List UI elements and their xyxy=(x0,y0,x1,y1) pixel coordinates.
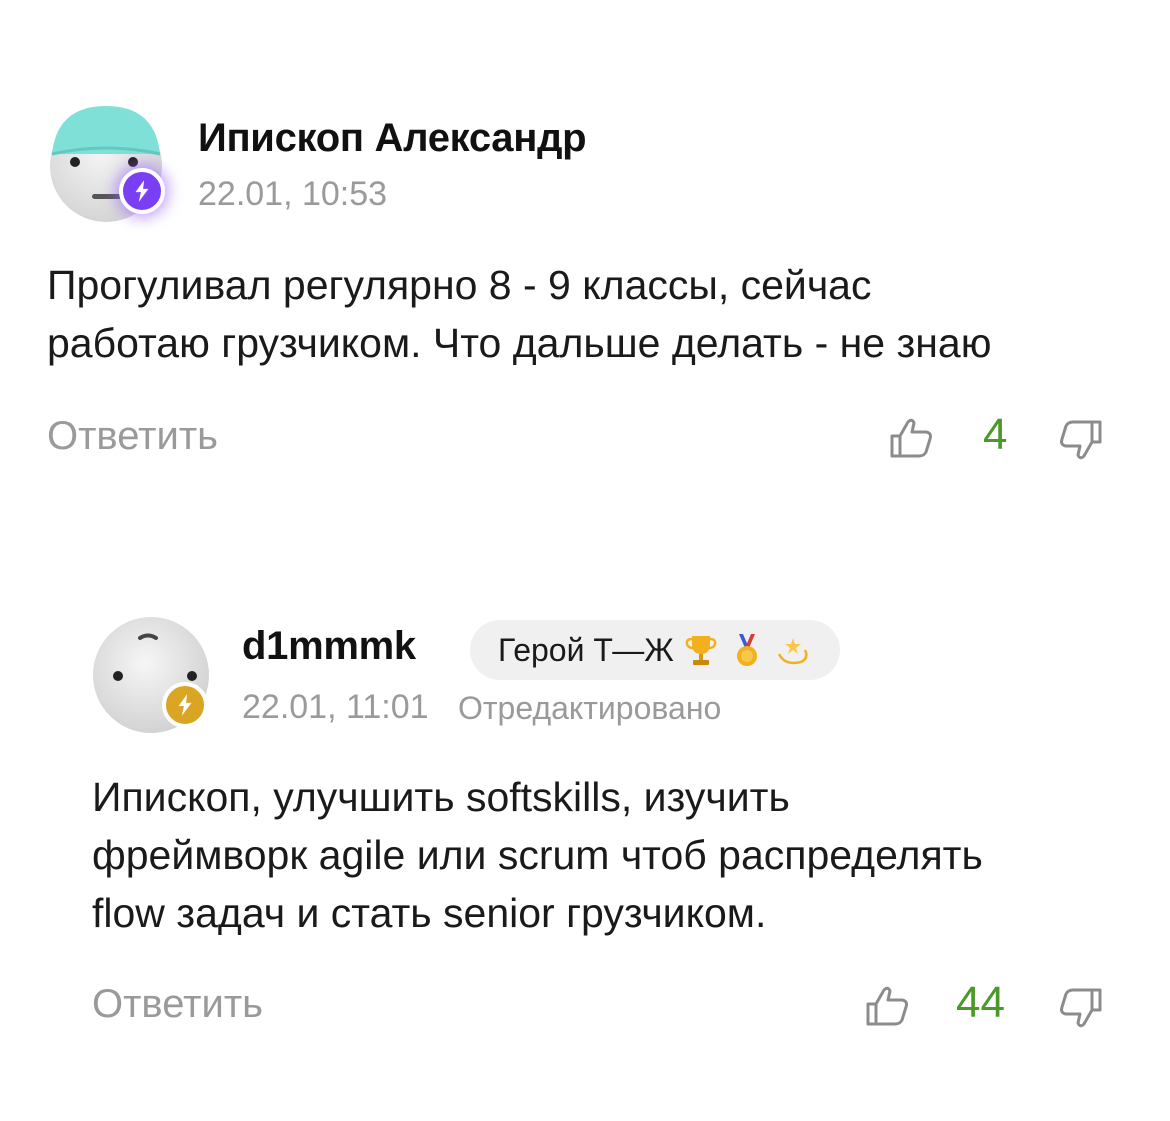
medal-icon xyxy=(728,631,766,669)
thumbs-down-icon[interactable] xyxy=(1056,416,1104,464)
edited-label: Отредактировано xyxy=(458,690,722,726)
comment-text-line: flow задач и стать senior грузчиком. xyxy=(92,890,767,936)
avatar[interactable] xyxy=(47,104,165,222)
thumbs-up-icon[interactable] xyxy=(888,414,936,462)
comment-timestamp: 22.01, 11:01 xyxy=(242,688,429,726)
reply-button[interactable]: Ответить xyxy=(92,982,263,1027)
comment: Ипископ Александр 22.01, 10:53 Прогулива… xyxy=(0,0,1170,520)
thumbs-up-icon[interactable] xyxy=(864,982,912,1030)
comment-text: Прогуливал регулярно 8 - 9 классы, сейча… xyxy=(47,256,991,372)
lightning-badge-icon xyxy=(119,168,165,214)
hero-badge[interactable]: Герой Т—Ж xyxy=(470,620,840,680)
author-name[interactable]: Ипископ Александр xyxy=(198,116,587,161)
like-count: 4 xyxy=(983,410,1008,459)
author-name[interactable]: d1mmmk xyxy=(242,624,416,669)
trophy-icon xyxy=(682,631,720,669)
comment-text-line: работаю грузчиком. Что дальше делать - н… xyxy=(47,320,992,366)
comment-reply: d1mmmk Герой Т—Ж 22.01, 11:01 Отредактир… xyxy=(0,560,1170,1121)
reply-button[interactable]: Ответить xyxy=(47,414,218,459)
like-count: 44 xyxy=(956,978,1005,1027)
comment-text-line: Ипископ, улучшить softskills, изучить xyxy=(92,774,790,820)
comment-text-line: Прогуливал регулярно 8 - 9 классы, сейча… xyxy=(47,262,872,308)
avatar[interactable] xyxy=(92,616,210,734)
lightning-badge-icon xyxy=(162,682,208,728)
comment-text: Ипископ, улучшить softskills, изучить фр… xyxy=(92,768,983,942)
hero-badge-label: Герой Т—Ж xyxy=(498,631,674,668)
comment-text-line: фреймворк agile или scrum чтоб распредел… xyxy=(92,832,983,878)
comment-timestamp: 22.01, 10:53 xyxy=(198,175,388,213)
dizzy-star-icon xyxy=(774,631,812,669)
thumbs-down-icon[interactable] xyxy=(1056,984,1104,1032)
